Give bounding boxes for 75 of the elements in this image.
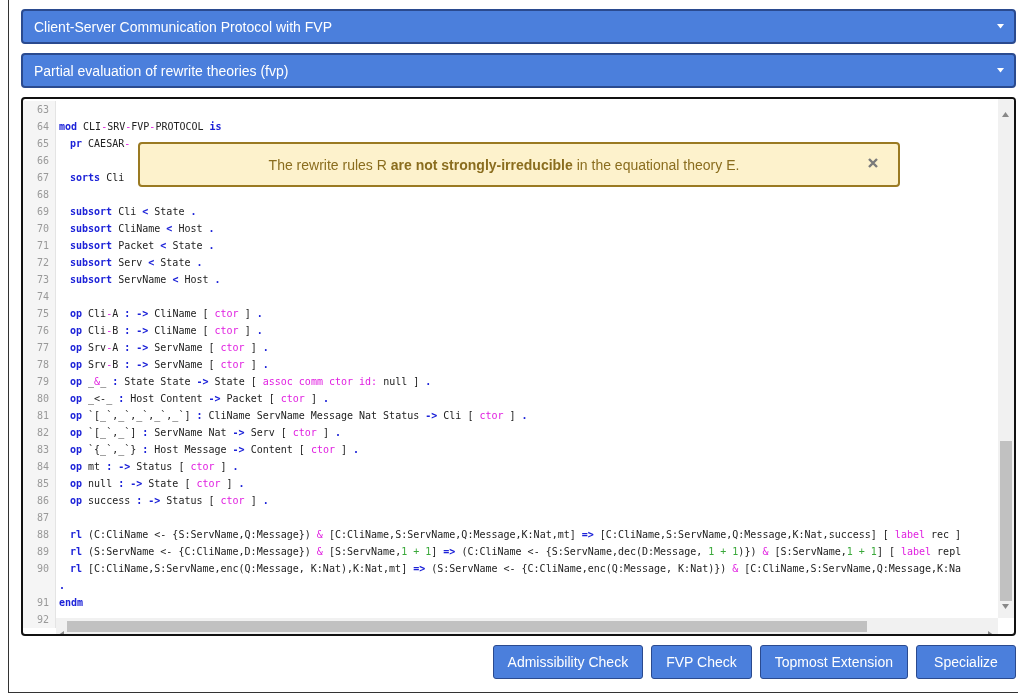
line-number: 82 [23,424,56,441]
line-number: 87 [23,509,56,526]
code-line: subsort Cli < State . [69,205,197,219]
code-line: subsort Packet < State . [69,239,215,253]
accordion-header[interactable]: Partial evaluation of rewrite theories (fvp) [21,53,1016,88]
line-number: 86 [23,492,56,509]
line-number: 77 [23,339,56,356]
section-title: Client-Server Communication Protocol with FVP [34,18,332,35]
code-line: mod CLI-SRV-FVP-PROTOCOL is [58,120,222,134]
line-number: 90 [23,560,56,577]
line-number: 67 [23,169,56,186]
accordion-header[interactable]: Client-Server Communication Protocol with FVP [21,9,1016,44]
section-title: Partial evaluation of rewrite theories (fvp) [34,62,289,79]
line-number: 65 [23,135,56,152]
scrollbar-thumb[interactable] [1000,441,1012,601]
code-line: pr CAESAR- [69,137,131,151]
code-editor[interactable] [21,97,1016,636]
caret-icon [997,68,1004,73]
code-line: sorts Cli [69,171,125,185]
line-number: 79 [23,373,56,390]
code-line: . [58,579,66,593]
close-icon [868,158,878,168]
code-line: rl [C:CliName,S:ServName,enc(Q:Message, K:Nat),K:Nat,mt] => (S:ServName <- {C:CliName,enc(Q:Message, K:Nat)}) & [C:CliName,S:ServName,Q:Message,K:Na [69,562,962,576]
code-line: op Srv-A : -> ServName [ ctor ] . [69,341,269,355]
line-number: 81 [23,407,56,424]
caret-icon [997,24,1004,29]
action-button[interactable]: Admissibility Check [492,645,644,679]
scroll-down-icon [1002,603,1009,610]
line-number: 69 [23,203,56,220]
action-button[interactable]: Topmost Extension [759,645,908,679]
code-line: rl (S:ServName <- {C:CliName,D:Message}) & [S:ServName,1 + 1] => (C:CliName <- {S:ServName,dec(D:Message, 1 + 1)}) & [S:ServName,1 + 1] [ label repl [69,545,962,559]
line-number: 88 [23,526,56,543]
code-line: op _<-_ : Host Content -> Packet [ ctor ] . [69,392,329,407]
line-number: 72 [23,254,56,271]
code-line: subsort ServName < Host . [69,273,221,287]
code-line: op `[_`,_`] : ServName Nat -> Serv [ ctor ] . [69,426,341,441]
line-number: 89 [23,543,56,560]
line-number: 76 [23,322,56,339]
horizontal-scrollbar[interactable] [56,618,998,634]
code-line: op Srv-B : -> ServName [ ctor ] . [69,358,269,372]
code-line: op Cli-A : -> CliName [ ctor ] . [69,307,263,321]
line-number: 64 [23,118,56,135]
code-line: op null : -> State [ ctor ] . [69,477,245,491]
code-line: subsort Serv < State . [69,256,203,270]
action-button[interactable]: Specialize [916,645,1016,679]
alert-message: The rewrite rules R are not strongly-irreducible in the equational theory E. [268,156,740,173]
line-number: 80 [23,390,56,407]
scroll-up-icon [1002,111,1009,118]
line-number: 74 [23,288,56,305]
line-number: 84 [23,458,56,475]
line-number: 66 [23,152,56,169]
code-line: endm [58,596,84,610]
line-number: 83 [23,441,56,458]
line-number: 91 [23,594,56,611]
vertical-scrollbar[interactable] [998,99,1014,618]
line-number: 73 [23,271,56,288]
code-line: op _&_ : State State -> State [ assoc comm ctor id: null ] . [69,375,432,390]
code-line: rl (C:CliName <- {S:ServName,Q:Message}) & [C:CliName,S:ServName,Q:Message,K:Nat,mt] => [C:CliName,S:ServName,Q:Message,K:Nat,success] [ label rec ] [69,528,962,542]
line-number: 75 [23,305,56,322]
line-number: 71 [23,237,56,254]
line-number: 68 [23,186,56,203]
code-line: op success : -> Status [ ctor ] . [69,494,269,508]
line-number: 92 [23,611,56,628]
line-number: 78 [23,356,56,373]
code-line: op `{_`,_`} : Host Message -> Content [ ctor ] . [69,443,360,458]
action-button[interactable]: FVP Check [651,645,752,679]
line-number: 85 [23,475,56,492]
code-line: op `[_`,_`,_`,_`,_`] : CliName ServName Message Nat Status -> Cli [ ctor ] . [69,409,528,424]
scrollbar-thumb[interactable] [67,621,867,632]
code-line: op mt : -> Status [ ctor ] . [69,460,239,474]
code-line: subsort CliName < Host . [69,222,215,236]
code-line: op Cli-B : -> CliName [ ctor ] . [69,324,263,338]
close-button[interactable] [866,156,880,170]
line-number: 70 [23,220,56,237]
line-number: 63 [23,101,56,118]
